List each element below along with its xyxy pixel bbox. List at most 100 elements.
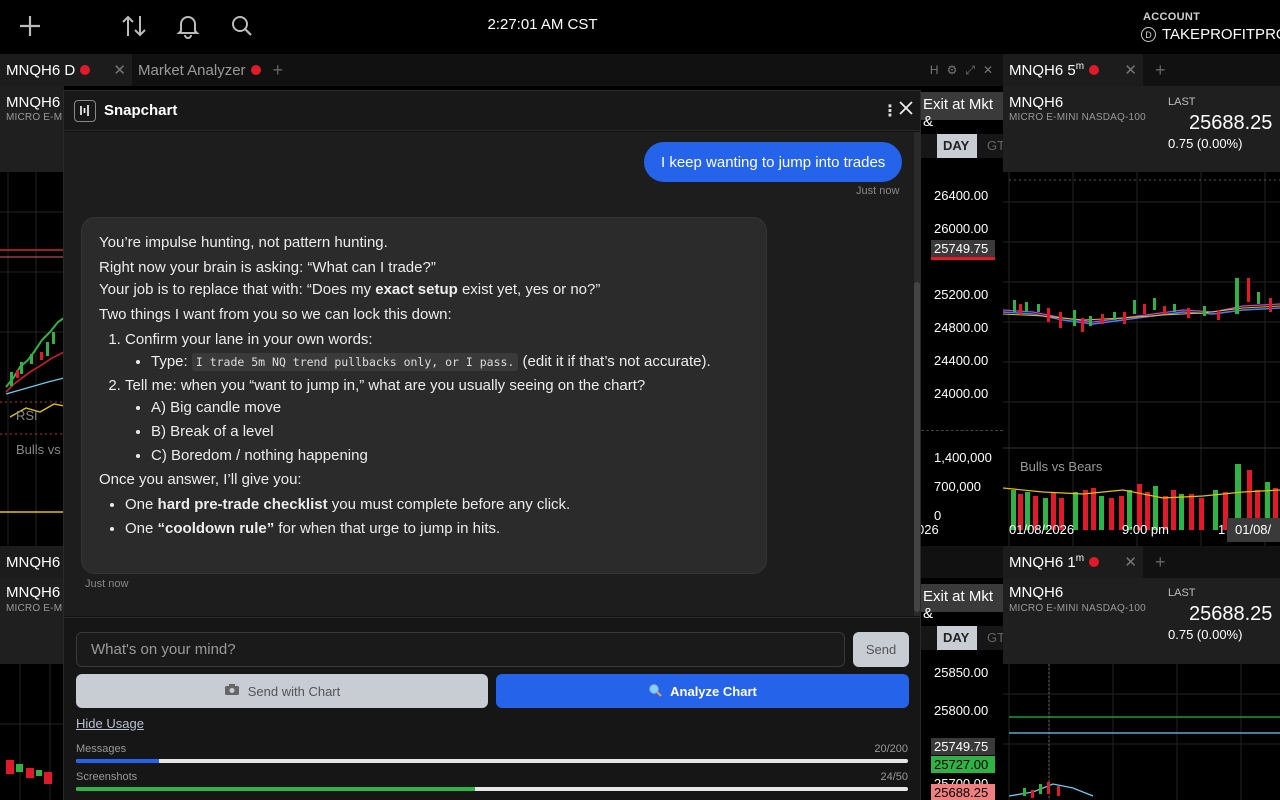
live-dot-icon	[1089, 557, 1100, 567]
composer: Send Send with Chart Analyze Chart Hide …	[64, 617, 920, 800]
price-tick: 26000.00	[934, 221, 989, 236]
expand-icon[interactable]: ⤢	[965, 63, 975, 78]
list-item: C) Boredom / nothing happening	[151, 445, 749, 467]
hide-usage-link[interactable]: Hide Usage	[76, 716, 144, 731]
h-tool-icon[interactable]: H	[930, 63, 939, 77]
volume-tick: 0	[934, 508, 942, 523]
symbol: MNQH6	[1009, 584, 1064, 601]
message-paragraph: Once you answer, I’ll give you:	[99, 471, 302, 488]
close-icon[interactable]: ✕	[983, 63, 993, 77]
send-button[interactable]: Send	[853, 632, 909, 667]
left-bottom-tab-strip: MNQH6	[0, 546, 64, 578]
tab-label: MNQH6 1m	[1009, 553, 1085, 571]
left-bottom-header: MNQH6 MICRO E-M	[0, 578, 64, 664]
left-bottom-chart[interactable]	[0, 664, 64, 800]
user-message-text: I keep wanting to jump into trades	[661, 153, 886, 171]
user-message-bubble: I keep wanting to jump into trades	[644, 142, 903, 182]
chat-scrollbar[interactable]	[914, 132, 920, 616]
tab-mnqh6-daily[interactable]: MNQH6 D ✕	[0, 54, 132, 86]
add-tab-icon[interactable]: +	[1155, 60, 1166, 81]
messages-usage-fill	[76, 759, 160, 763]
camera-icon	[224, 683, 240, 699]
symbol: MNQH6	[6, 584, 61, 601]
price-marker: 25749.75	[931, 738, 995, 755]
last-price: 25688.25	[1189, 112, 1273, 134]
day-button[interactable]: DAY	[937, 626, 977, 650]
assistant-message-time: Just now	[85, 578, 129, 590]
account-badge-icon: D	[1141, 27, 1156, 42]
tab-label: MNQH6	[6, 553, 61, 571]
message-input[interactable]	[76, 632, 845, 667]
bullet-list: One hard pre-trade checklist you must co…	[125, 494, 749, 540]
more-options-icon[interactable]: ⋮	[882, 101, 898, 121]
bid-price-marker: 25727.00	[931, 756, 995, 773]
tab-mnqh6[interactable]: MNQH6	[0, 546, 64, 578]
mid-top-price-axis: 26400.00 26000.00 25749.75 25200.00 2480…	[917, 170, 1003, 546]
price-tick: 24800.00	[934, 320, 989, 335]
messages-usage-value: 20/200	[874, 743, 908, 755]
left-top-chart[interactable]: RSI Bulls vs	[0, 172, 64, 546]
close-icon[interactable]: ✕	[113, 61, 126, 79]
message-paragraph: Right now your brain is asking: “What ca…	[99, 259, 436, 276]
gear-icon[interactable]: ⚙	[947, 63, 958, 77]
tab-market-analyzer[interactable]: Market Analyzer +	[132, 54, 289, 86]
price-tick: 24000.00	[934, 386, 989, 401]
price-tick: 25850.00	[934, 665, 989, 680]
left-tab-strip: MNQH6 D ✕ Market Analyzer + H ⚙ ⤢ ✕	[0, 54, 1003, 86]
symbol: MNQH6	[6, 94, 61, 111]
right-top-tab-strip: MNQH6 5m ✕ +	[1003, 54, 1280, 86]
tab-mnqh6-1m[interactable]: MNQH6 1m ✕	[1003, 546, 1143, 578]
last-label: LAST	[1168, 96, 1196, 108]
transfer-arrows-icon[interactable]	[118, 10, 150, 42]
screenshots-usage-label: Screenshots	[76, 771, 138, 783]
add-icon[interactable]	[14, 10, 46, 42]
close-icon[interactable]: ✕	[1124, 553, 1137, 571]
mid-top-strip: Exit at Mkt & DAY GT 26400.00 26000.00 2…	[917, 86, 1005, 546]
right-top-chart[interactable]: Bulls vs Bears 01/08/2026 9:00 pm 1 01/0…	[1003, 172, 1280, 546]
dialog-title: Snapchart	[104, 102, 178, 119]
account-selector[interactable]: D TAKEPROFITPRO	[1141, 26, 1280, 43]
messages-usage-bar	[76, 759, 908, 763]
rsi-label: RSI	[16, 408, 38, 423]
exit-at-market-button[interactable]: Exit at Mkt &	[921, 92, 1003, 130]
button-label: Send with Chart	[247, 683, 341, 699]
mid-bottom-strip: Exit at Mkt & DAY GT 25850.00 25800.00 2…	[921, 578, 1005, 800]
exit-at-market-button[interactable]: Exit at Mkt &	[921, 584, 1003, 622]
price-tick: 26400.00	[934, 188, 989, 203]
add-tab-icon[interactable]: +	[1155, 552, 1166, 573]
right-bottom-header: MNQH6 MICRO E-MINI NASDAQ-100 LAST 25688…	[1003, 578, 1280, 664]
price-tick: 25200.00	[934, 287, 989, 302]
list-item: Tell me: when you “want to jump in,” wha…	[125, 375, 749, 467]
indicator-label: Bulls vs Bears	[1020, 459, 1103, 474]
add-tab-icon[interactable]: +	[273, 60, 284, 81]
live-dot-icon	[1089, 65, 1100, 75]
close-icon[interactable]	[898, 100, 914, 121]
order-tif: DAY GT	[921, 134, 1005, 158]
chat-thread[interactable]: I keep wanting to jump into trades Just …	[64, 132, 920, 616]
account-label: ACCOUNT	[1143, 11, 1201, 23]
assistant-message-bubble: You’re impulse hunting, not pattern hunt…	[81, 217, 767, 574]
message-paragraph: Two things I want from you so we can loc…	[99, 306, 452, 323]
screenshots-usage-fill	[76, 787, 476, 791]
clock: 2:27:01 AM CST	[487, 16, 598, 33]
snapchart-logo-icon	[74, 100, 96, 122]
tab-mnqh6-5m[interactable]: MNQH6 5m ✕	[1003, 54, 1143, 86]
dialog-header: Snapchart ⋮	[64, 91, 920, 131]
analyze-chart-button[interactable]: Analyze Chart	[496, 674, 909, 708]
right-bottom-chart[interactable]	[1003, 664, 1280, 800]
price-tick: 25800.00	[934, 703, 989, 718]
time-axis-label: 01/08/2026	[1009, 522, 1075, 537]
tab-label: Market Analyzer	[138, 61, 246, 79]
search-icon[interactable]	[226, 10, 258, 42]
scrollbar-thumb[interactable]	[914, 282, 920, 612]
live-dot-icon	[80, 65, 91, 75]
top-toolbar: 2:27:01 AM CST ACCOUNT D TAKEPROFITPRO	[0, 0, 1280, 54]
volume-tick: 700,000	[934, 479, 981, 494]
close-icon[interactable]: ✕	[1124, 61, 1137, 79]
pane-divider	[921, 430, 1003, 431]
day-button[interactable]: DAY	[937, 134, 977, 158]
send-with-chart-button[interactable]: Send with Chart	[76, 674, 488, 708]
crosshair-time-label: 01/08/	[1227, 518, 1280, 542]
bell-icon[interactable]	[172, 10, 204, 42]
symbol-description: MICRO E-M	[6, 112, 63, 123]
